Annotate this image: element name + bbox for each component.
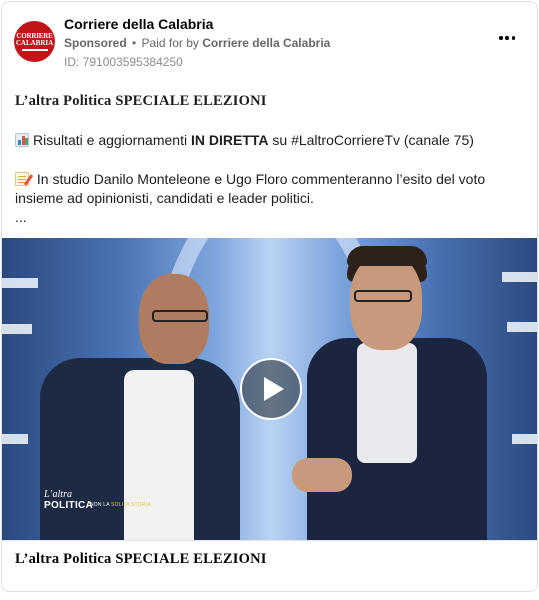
- payer-name[interactable]: Corriere della Calabria: [202, 36, 330, 50]
- studio-panel: [2, 434, 28, 444]
- paragraph-1-suffix: su #LaltroCorriereTv (canale 75): [268, 132, 474, 148]
- ad-id: ID: 791003595384250: [64, 55, 183, 69]
- page-avatar[interactable]: CORRIERE CALABRIA: [14, 21, 55, 62]
- person-right-hands: [292, 458, 352, 492]
- page-name-link[interactable]: Corriere della Calabria: [64, 16, 213, 32]
- studio-panel: [2, 278, 38, 288]
- sponsored-meta: Sponsored • Paid for by Corriere della C…: [64, 36, 330, 50]
- person-right-shirt: [357, 343, 417, 463]
- memo-icon: [15, 172, 34, 186]
- studio-panel: [507, 322, 537, 332]
- person-right-head: [350, 254, 422, 350]
- link-footer[interactable]: L’altra Politica SPECIALE ELEZIONI: [2, 540, 537, 591]
- video-player[interactable]: L’altra POLITICA NON LA SOLITA STORIA: [2, 238, 537, 540]
- paragraph-1-bold: IN DIRETTA: [190, 132, 269, 148]
- studio-panel: [502, 272, 537, 282]
- post-paragraph-2: In studio Danilo Monteleone e Ugo Floro …: [15, 170, 530, 208]
- show-logo-tag-prefix: NON LA: [90, 502, 112, 508]
- show-logo-tag-highlight: SOLITA STORIA: [111, 502, 151, 508]
- post-headline: L’altra Politica SPECIALE ELEZIONI: [15, 93, 267, 109]
- bar-chart-icon: [15, 133, 29, 147]
- person-left-shirt: [124, 370, 194, 540]
- studio-panel: [2, 324, 32, 334]
- show-logo-line1: L’altra: [44, 489, 72, 500]
- paragraph-2-text: In studio Danilo Monteleone e Ugo Floro …: [15, 171, 486, 206]
- person-right-hair-top: [347, 246, 427, 266]
- paragraph-1-prefix: Risultati e aggiornamenti: [33, 132, 191, 148]
- person-left-glasses: [152, 310, 208, 322]
- post-header: CORRIERE CALABRIA Corriere della Calabri…: [2, 2, 537, 76]
- studio-panel: [512, 434, 537, 444]
- footer-title[interactable]: L’altra Politica SPECIALE ELEZIONI: [15, 551, 267, 568]
- show-logo: L’altra POLITICA NON LA SOLITA STORIA: [44, 489, 151, 512]
- avatar-logo-line2: CALABRIA: [15, 38, 54, 47]
- more-options-icon[interactable]: [499, 35, 515, 41]
- see-more-ellipsis[interactable]: ...: [15, 208, 530, 227]
- paid-for-prefix: Paid for by: [141, 36, 199, 50]
- sponsored-label: Sponsored: [64, 36, 127, 50]
- avatar-logo-bar: [21, 48, 48, 51]
- post-body: L’altra Politica SPECIALE ELEZIONI Risul…: [15, 92, 530, 227]
- ad-card: CORRIERE CALABRIA Corriere della Calabri…: [1, 1, 538, 592]
- person-right-glasses: [354, 290, 412, 302]
- meta-separator: •: [128, 36, 140, 50]
- show-logo-tagline: NON LA SOLITA STORIA: [90, 502, 151, 508]
- play-icon[interactable]: [240, 358, 302, 420]
- show-logo-line2: POLITICA: [44, 500, 94, 511]
- post-paragraph-1: Risultati e aggiornamenti IN DIRETTA su …: [15, 131, 530, 150]
